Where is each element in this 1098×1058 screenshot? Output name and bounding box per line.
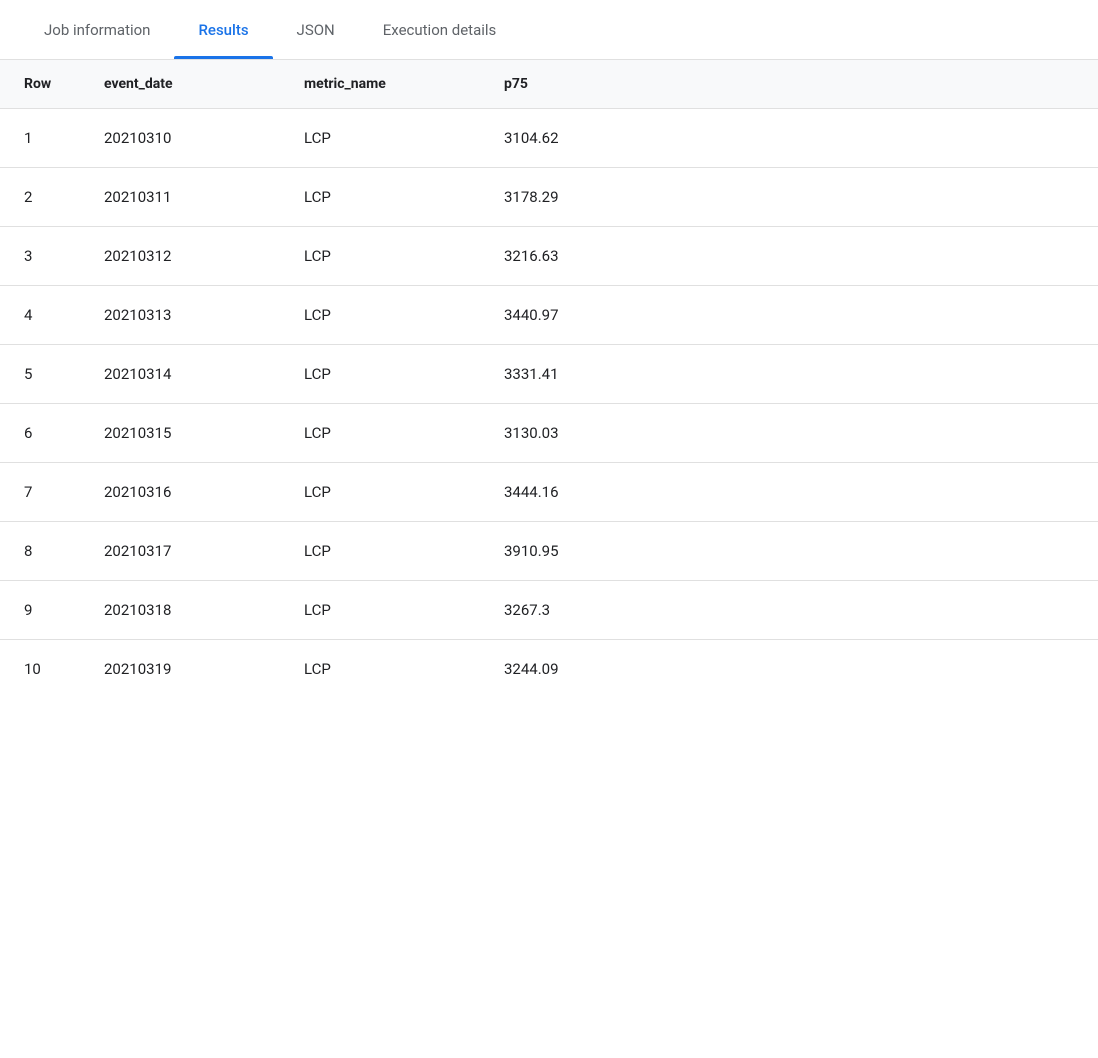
cell-extra xyxy=(680,463,1098,522)
col-header-metric_name: metric_name xyxy=(280,60,480,109)
cell-extra xyxy=(680,522,1098,581)
cell-event_date: 20210311 xyxy=(80,168,280,227)
cell-event_date: 20210314 xyxy=(80,345,280,404)
table-header: Rowevent_datemetric_namep75 xyxy=(0,60,1098,109)
cell-metric_name: LCP xyxy=(280,168,480,227)
col-header-event_date: event_date xyxy=(80,60,280,109)
cell-row: 5 xyxy=(0,345,80,404)
results-table: Rowevent_datemetric_namep75 120210310LCP… xyxy=(0,60,1098,698)
table-row: 720210316LCP3444.16 xyxy=(0,463,1098,522)
results-table-container: Rowevent_datemetric_namep75 120210310LCP… xyxy=(0,60,1098,698)
cell-metric_name: LCP xyxy=(280,640,480,699)
cell-row: 3 xyxy=(0,227,80,286)
table-body: 120210310LCP3104.62220210311LCP3178.2932… xyxy=(0,109,1098,699)
cell-metric_name: LCP xyxy=(280,109,480,168)
cell-extra xyxy=(680,640,1098,699)
cell-p75: 3267.3 xyxy=(480,581,680,640)
table-row: 220210311LCP3178.29 xyxy=(0,168,1098,227)
cell-row: 8 xyxy=(0,522,80,581)
table-row: 920210318LCP3267.3 xyxy=(0,581,1098,640)
tabs-bar: Job informationResultsJSONExecution deta… xyxy=(0,0,1098,60)
cell-metric_name: LCP xyxy=(280,463,480,522)
cell-row: 9 xyxy=(0,581,80,640)
cell-metric_name: LCP xyxy=(280,227,480,286)
cell-metric_name: LCP xyxy=(280,286,480,345)
cell-event_date: 20210316 xyxy=(80,463,280,522)
table-header-row: Rowevent_datemetric_namep75 xyxy=(0,60,1098,109)
cell-event_date: 20210315 xyxy=(80,404,280,463)
cell-metric_name: LCP xyxy=(280,522,480,581)
cell-p75: 3104.62 xyxy=(480,109,680,168)
cell-p75: 3244.09 xyxy=(480,640,680,699)
table-row: 420210313LCP3440.97 xyxy=(0,286,1098,345)
cell-row: 4 xyxy=(0,286,80,345)
cell-extra xyxy=(680,168,1098,227)
cell-event_date: 20210318 xyxy=(80,581,280,640)
cell-row: 6 xyxy=(0,404,80,463)
cell-extra xyxy=(680,404,1098,463)
cell-extra xyxy=(680,581,1098,640)
cell-event_date: 20210310 xyxy=(80,109,280,168)
cell-p75: 3178.29 xyxy=(480,168,680,227)
table-row: 620210315LCP3130.03 xyxy=(0,404,1098,463)
tab-job-information[interactable]: Job information xyxy=(20,0,174,59)
cell-p75: 3216.63 xyxy=(480,227,680,286)
table-row: 820210317LCP3910.95 xyxy=(0,522,1098,581)
tab-results[interactable]: Results xyxy=(174,0,272,59)
cell-extra xyxy=(680,109,1098,168)
cell-event_date: 20210313 xyxy=(80,286,280,345)
cell-event_date: 20210317 xyxy=(80,522,280,581)
cell-p75: 3910.95 xyxy=(480,522,680,581)
col-header-p75: p75 xyxy=(480,60,680,109)
table-row: 120210310LCP3104.62 xyxy=(0,109,1098,168)
cell-extra xyxy=(680,345,1098,404)
cell-extra xyxy=(680,286,1098,345)
table-row: 1020210319LCP3244.09 xyxy=(0,640,1098,699)
tab-json[interactable]: JSON xyxy=(273,0,359,59)
cell-metric_name: LCP xyxy=(280,345,480,404)
cell-row: 2 xyxy=(0,168,80,227)
table-row: 520210314LCP3331.41 xyxy=(0,345,1098,404)
cell-row: 7 xyxy=(0,463,80,522)
col-header-row: Row xyxy=(0,60,80,109)
table-row: 320210312LCP3216.63 xyxy=(0,227,1098,286)
cell-p75: 3440.97 xyxy=(480,286,680,345)
cell-p75: 3444.16 xyxy=(480,463,680,522)
cell-event_date: 20210319 xyxy=(80,640,280,699)
cell-metric_name: LCP xyxy=(280,581,480,640)
cell-row: 10 xyxy=(0,640,80,699)
col-header-extra xyxy=(680,60,1098,109)
cell-event_date: 20210312 xyxy=(80,227,280,286)
cell-p75: 3130.03 xyxy=(480,404,680,463)
cell-row: 1 xyxy=(0,109,80,168)
cell-metric_name: LCP xyxy=(280,404,480,463)
tab-execution-details[interactable]: Execution details xyxy=(359,0,521,59)
cell-extra xyxy=(680,227,1098,286)
cell-p75: 3331.41 xyxy=(480,345,680,404)
